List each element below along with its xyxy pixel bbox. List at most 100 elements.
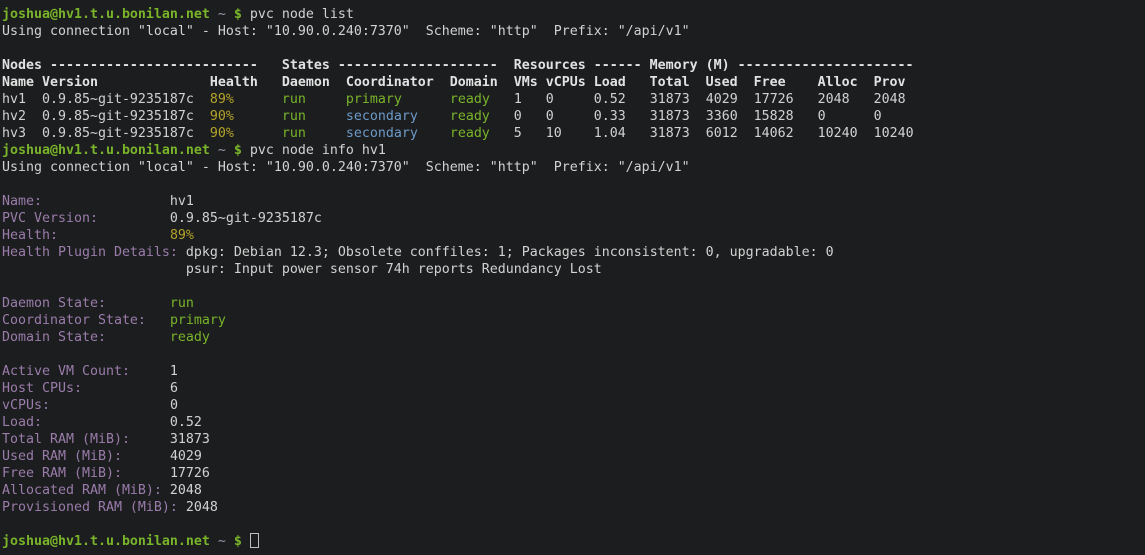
spacer	[122, 449, 170, 464]
health-value: 90%	[210, 109, 234, 124]
spacer	[42, 194, 170, 209]
info-label: Provisioned RAM (MiB):	[2, 500, 178, 515]
info-value: 89%	[170, 228, 194, 243]
info-row-provisioned-ram: Provisioned RAM (MiB): 2048	[2, 499, 1145, 516]
spacer	[210, 534, 218, 549]
prompt-cwd: ~	[218, 534, 226, 549]
coordinator-state: primary	[346, 92, 402, 107]
node-name-and-version: hv3 0.9.85~git-9235187c	[2, 126, 210, 141]
info-row-domain-state: Domain State: ready	[2, 329, 1145, 346]
info-label: Domain State:	[2, 330, 106, 345]
coordinator-state: secondary	[346, 126, 418, 141]
info-label: Load:	[2, 415, 42, 430]
table-column-header-text: Name Version Health Daemon Coordinator D…	[2, 75, 906, 90]
domain-state: ready	[450, 126, 490, 141]
prompt-cwd: ~	[218, 143, 226, 158]
info-value: 31873	[170, 432, 210, 447]
info-value: 2048	[186, 500, 218, 515]
info-label: Daemon State:	[2, 296, 106, 311]
info-value: ready	[170, 330, 210, 345]
info-row-pvc-version: PVC Version: 0.9.85~git-9235187c	[2, 210, 1145, 227]
info-label: vCPUs:	[2, 398, 50, 413]
spacer	[42, 415, 170, 430]
info-row-health: Health: 89%	[2, 227, 1145, 244]
info-row-daemon-state: Daemon State: run	[2, 295, 1145, 312]
prompt-line-2: joshua@hv1.t.u.bonilan.net ~ $ pvc node …	[2, 142, 1145, 159]
coordinator-state: secondary	[346, 109, 418, 124]
info-label: Health Plugin Details:	[2, 245, 178, 260]
table-row-hv2: hv2 0.9.85~git-9235187c 90% run secondar…	[2, 108, 1145, 125]
table-section-header: Nodes -------------------------- States …	[2, 57, 1145, 74]
info-value: 0.9.85~git-9235187c	[170, 211, 322, 226]
info-label: Total RAM (MiB):	[2, 432, 130, 447]
spacer	[106, 330, 170, 345]
info-label: Allocated RAM (MiB):	[2, 483, 162, 498]
info-value: 4029	[170, 449, 202, 464]
prompt-line-3: joshua@hv1.t.u.bonilan.net ~ $	[2, 533, 1145, 550]
info-label: Coordinator State:	[2, 313, 146, 328]
info-value: 1	[170, 364, 178, 379]
info-row-load: Load: 0.52	[2, 414, 1145, 431]
connection-info: Using connection "local" - Host: "10.90.…	[2, 24, 690, 39]
resource-values: 5 10 1.04 31873 6012 14062 10240 10240	[490, 126, 914, 141]
info-value: hv1	[170, 194, 194, 209]
info-label: Active VM Count:	[2, 364, 130, 379]
connection-info-line-1: Using connection "local" - Host: "10.90.…	[2, 23, 1145, 40]
prompt-user-host: joshua@hv1.t.u.bonilan.net	[2, 534, 210, 549]
table-section-header-text: Nodes -------------------------- States …	[2, 58, 914, 73]
prompt-line-1: joshua@hv1.t.u.bonilan.net ~ $ pvc node …	[2, 6, 1145, 23]
spacer	[58, 228, 170, 243]
spacer	[234, 109, 282, 124]
info-row-free-ram: Free RAM (MiB): 17726	[2, 465, 1145, 482]
command-node-list: pvc node list	[242, 7, 354, 22]
prompt-user-host: joshua@hv1.t.u.bonilan.net	[2, 143, 210, 158]
info-row-used-ram: Used RAM (MiB): 4029	[2, 448, 1145, 465]
spacer	[178, 245, 186, 260]
info-value: dpkg: Debian 12.3; Obsolete conffiles: 1…	[186, 245, 834, 260]
spacer	[210, 143, 218, 158]
terminal-screen[interactable]: joshua@hv1.t.u.bonilan.net ~ $ pvc node …	[0, 0, 1145, 555]
spacer	[418, 109, 450, 124]
daemon-state: run	[282, 92, 306, 107]
health-value: 90%	[210, 126, 234, 141]
spacer	[402, 92, 450, 107]
spacer	[130, 364, 170, 379]
resource-values: 1 0 0.52 31873 4029 17726 2048 2048	[490, 92, 906, 107]
info-value: 17726	[170, 466, 210, 481]
spacer	[306, 92, 346, 107]
info-label: Used RAM (MiB):	[2, 449, 122, 464]
table-row-hv3: hv3 0.9.85~git-9235187c 90% run secondar…	[2, 125, 1145, 142]
spacer	[130, 432, 170, 447]
info-row-vcpus: vCPUs: 0	[2, 397, 1145, 414]
domain-state: ready	[450, 92, 490, 107]
info-value: 2048	[170, 483, 202, 498]
spacer	[146, 313, 170, 328]
info-row-allocated-ram: Allocated RAM (MiB): 2048	[2, 482, 1145, 499]
info-label: Name:	[2, 194, 42, 209]
blank-line	[2, 40, 1145, 57]
spacer	[306, 109, 346, 124]
prompt-cwd: ~	[218, 7, 226, 22]
spacer	[122, 466, 170, 481]
info-label: Host CPUs:	[2, 381, 82, 396]
domain-state: ready	[450, 109, 490, 124]
spacer	[226, 7, 234, 22]
blank-line	[2, 176, 1145, 193]
info-row-total-ram: Total RAM (MiB): 31873	[2, 431, 1145, 448]
command-node-info: pvc node info hv1	[242, 143, 386, 158]
info-row-health-plugin-details: Health Plugin Details: dpkg: Debian 12.3…	[2, 244, 1145, 261]
spacer	[226, 534, 234, 549]
info-row-health-plugin-details-2: psur: Input power sensor 74h reports Red…	[2, 261, 1145, 278]
info-row-host-cpus: Host CPUs: 6	[2, 380, 1145, 397]
daemon-state: run	[282, 109, 306, 124]
table-row-hv1: hv1 0.9.85~git-9235187c 89% run primary …	[2, 91, 1145, 108]
spacer	[162, 483, 170, 498]
info-value: 6	[170, 381, 178, 396]
spacer	[418, 126, 450, 141]
spacer	[234, 92, 282, 107]
resource-values: 0 0 0.33 31873 3360 15828 0 0	[490, 109, 882, 124]
spacer	[306, 126, 346, 141]
info-row-name: Name: hv1	[2, 193, 1145, 210]
spacer	[178, 500, 186, 515]
spacer	[98, 211, 170, 226]
